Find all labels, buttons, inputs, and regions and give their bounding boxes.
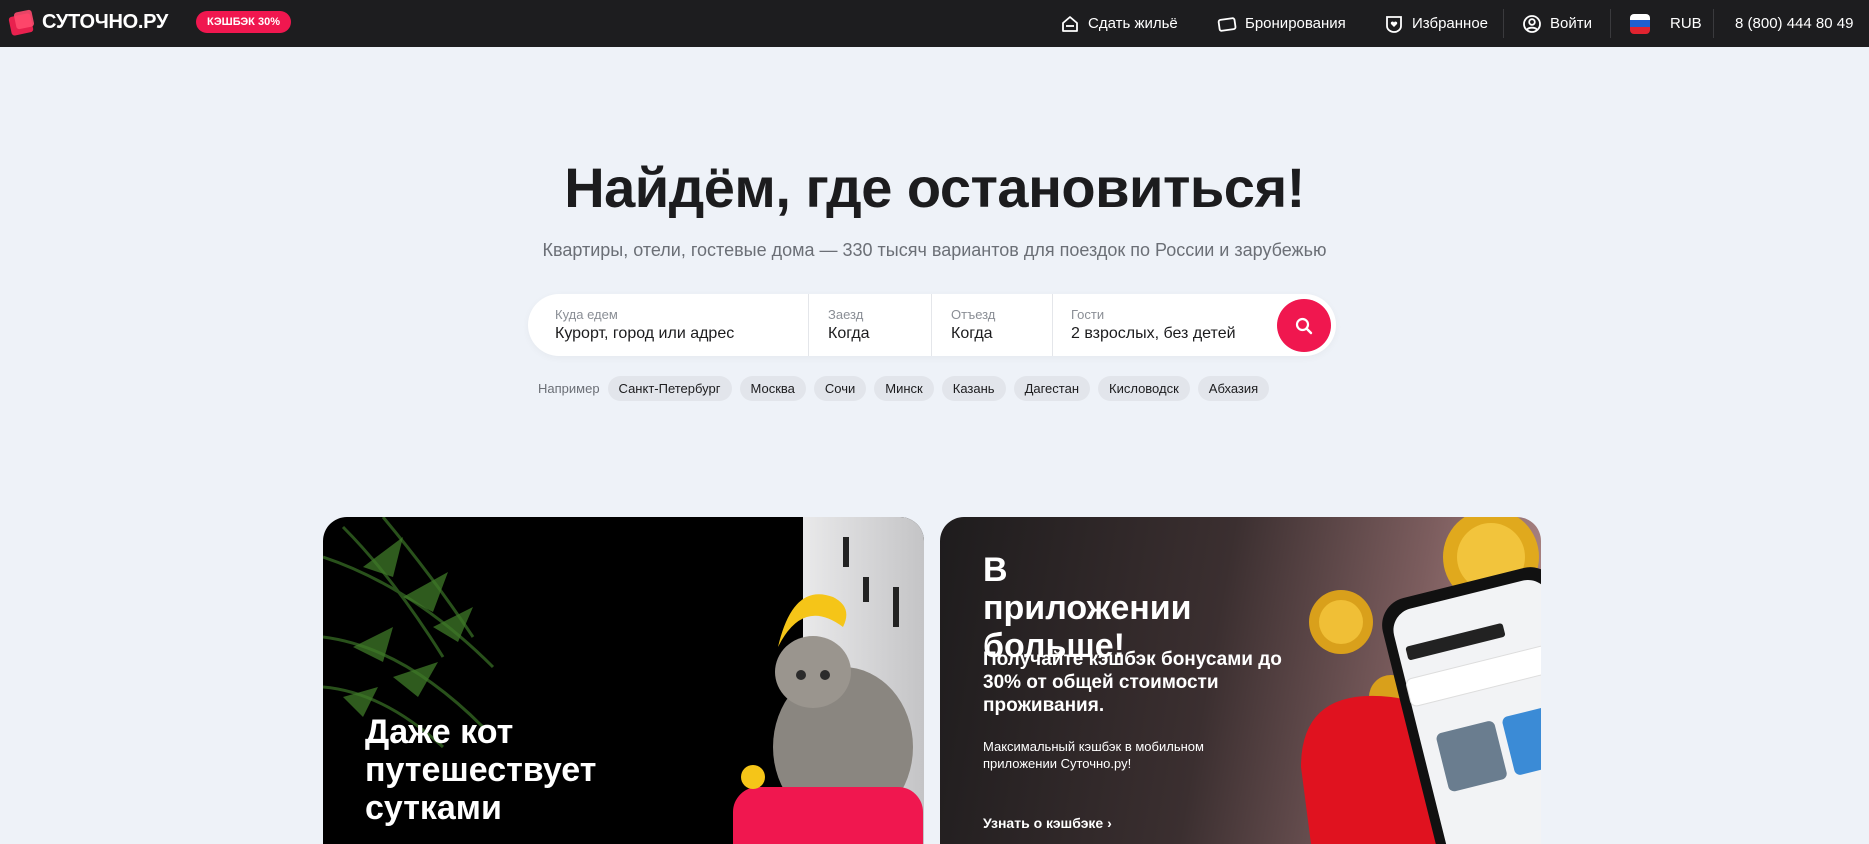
- rent-out-label: Сдать жильё: [1088, 15, 1178, 32]
- phone-number: 8 (800) 444 80 49: [1735, 15, 1854, 32]
- chip-saint-petersburg[interactable]: Санкт-Петербург: [607, 376, 732, 401]
- cat-card-title: Даже кот путешествует сутками: [365, 713, 597, 827]
- checkin-field[interactable]: Заезд Когда: [828, 294, 928, 356]
- cat-illustration: [733, 594, 923, 844]
- chip-abkhazia[interactable]: Абхазия: [1197, 376, 1270, 401]
- nav-divider: [1713, 9, 1714, 38]
- favorites-link[interactable]: Избранное: [1384, 0, 1488, 47]
- hero-subtitle: Квартиры, отели, гостевые дома — 330 тыс…: [542, 240, 1327, 260]
- top-header: СУТОЧНО.РУ КЭШБЭК 30% Сдать жильё Бронир…: [0, 0, 1869, 47]
- promo-card-cat[interactable]: Даже кот путешествует сутками: [323, 517, 924, 844]
- ticket-icon: [1217, 16, 1237, 32]
- examples-label: Например: [538, 381, 600, 396]
- site-logo[interactable]: СУТОЧНО.РУ: [8, 9, 169, 37]
- example-destinations: Например Санкт-Петербург Москва Сочи Мин…: [538, 376, 1270, 401]
- chip-kazan[interactable]: Казань: [941, 376, 1006, 401]
- guests-label: Гости: [1071, 307, 1105, 322]
- field-divider: [931, 294, 932, 356]
- cashback-badge[interactable]: КЭШБЭК 30%: [196, 11, 291, 33]
- learn-cashback-link[interactable]: Узнать о кэшбэке ›: [983, 815, 1112, 831]
- nav-divider: [1610, 9, 1611, 38]
- destination-field[interactable]: Куда едем Курорт, город или адрес: [555, 294, 805, 356]
- search-icon: [1295, 317, 1313, 334]
- currency-label: RUB: [1670, 15, 1702, 32]
- user-icon: [1523, 14, 1541, 33]
- russia-flag-icon: [1630, 13, 1650, 34]
- checkin-input[interactable]: Когда: [828, 325, 928, 343]
- chip-moscow[interactable]: Москва: [739, 376, 806, 401]
- phone-coins-illustration: [1301, 517, 1541, 844]
- phone-link[interactable]: 8 (800) 444 80 49: [1735, 0, 1853, 47]
- chip-sochi[interactable]: Сочи: [813, 376, 867, 401]
- field-divider: [808, 294, 809, 356]
- checkout-field[interactable]: Отъезд Когда: [951, 294, 1051, 356]
- login-label: Войти: [1550, 15, 1592, 32]
- bookings-label: Бронирования: [1245, 15, 1346, 32]
- guests-field[interactable]: Гости 2 взрослых, без детей: [1071, 294, 1271, 356]
- destination-input[interactable]: Курорт, город или адрес: [555, 325, 805, 343]
- chip-minsk[interactable]: Минск: [874, 376, 934, 401]
- rent-out-link[interactable]: Сдать жильё: [1060, 0, 1178, 47]
- bookings-link[interactable]: Бронирования: [1217, 0, 1346, 47]
- search-bar: Куда едем Курорт, город или адрес Заезд …: [528, 294, 1336, 356]
- favorites-label: Избранное: [1412, 15, 1489, 32]
- checkin-label: Заезд: [828, 307, 864, 322]
- nav-divider: [1503, 9, 1504, 38]
- app-card-cashback-text: Получайте кэшбэк бонусами до 30% от обще…: [983, 649, 1282, 716]
- checkout-input[interactable]: Когда: [951, 325, 1051, 343]
- destination-label: Куда едем: [555, 307, 618, 322]
- search-button[interactable]: [1277, 299, 1331, 352]
- currency-selector[interactable]: RUB: [1630, 0, 1702, 47]
- house-icon: [1062, 15, 1078, 32]
- logo-text: СУТОЧНО.РУ: [42, 10, 169, 33]
- hero-title: Найдём, где остановиться!: [564, 156, 1305, 219]
- heart-shield-icon: [1386, 15, 1402, 33]
- checkout-label: Отъезд: [951, 307, 996, 322]
- login-link[interactable]: Войти: [1522, 0, 1592, 47]
- app-card-description: Максимальный кэшбэк в мобильном приложен…: [983, 739, 1204, 771]
- field-divider: [1052, 294, 1053, 356]
- chip-dagestan[interactable]: Дагестан: [1013, 376, 1090, 401]
- promo-card-app[interactable]: В приложении больше! Получайте кэшбэк бо…: [940, 517, 1541, 844]
- chip-kislovodsk[interactable]: Кисловодск: [1098, 376, 1190, 401]
- guests-input[interactable]: 2 взрослых, без детей: [1071, 325, 1271, 343]
- logo-icon: [8, 9, 36, 37]
